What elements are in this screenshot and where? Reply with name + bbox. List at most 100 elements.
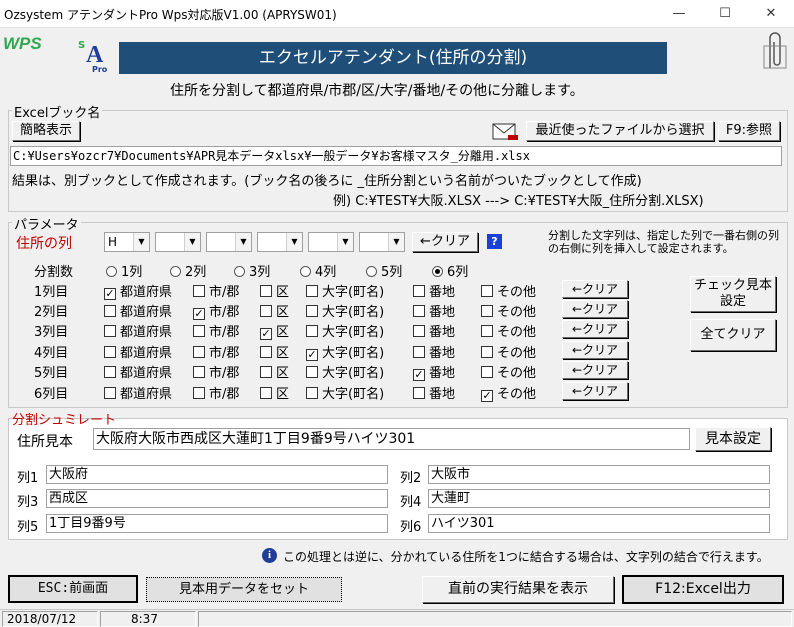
checkbox-icon <box>260 387 272 399</box>
category-checkbox[interactable]: 大字(町名) <box>306 362 384 381</box>
checkmark-icon: ✓ <box>306 348 318 361</box>
category-checkbox[interactable]: ✓ 番地 <box>413 362 455 381</box>
result-4-field[interactable]: 大蓮町 <box>428 489 770 508</box>
window-title: Ozsystem アテンダントPro Wps対応版V1.00 (APRYSW01… <box>4 8 337 22</box>
column-clear-button[interactable]: ←クリア <box>412 232 478 252</box>
checkbox-icon <box>413 305 425 317</box>
address-column-combo-4[interactable]: ▼ <box>257 232 303 252</box>
row-clear-button[interactable]: ←クリア <box>562 280 628 298</box>
brief-display-button[interactable]: 簡略表示 <box>12 121 80 141</box>
category-checkbox[interactable]: ✓ 大字(町名) <box>306 342 384 361</box>
category-checkbox[interactable]: その他 <box>481 342 536 361</box>
result-5-field[interactable]: 1丁目9番9号 <box>46 514 388 533</box>
sample-address-input[interactable]: 大阪府大阪市西成区大蓮町1丁目9番9号ハイツ301 <box>93 428 690 450</box>
checkbox-icon <box>413 285 425 297</box>
category-checkbox[interactable]: 区 <box>260 281 289 300</box>
address-column-combo-5[interactable]: ▼ <box>308 232 354 252</box>
category-checkbox[interactable]: ✓ 都道府県 <box>104 281 172 300</box>
category-checkbox[interactable]: 市/郡 <box>193 342 239 361</box>
category-checkbox[interactable]: 都道府県 <box>104 301 172 320</box>
address-column-combo-1[interactable]: H ▼ <box>104 232 150 252</box>
chevron-down-icon: ▼ <box>235 233 251 251</box>
category-checkbox[interactable]: 番地 <box>413 342 455 361</box>
category-checkbox[interactable]: 区 <box>260 301 289 320</box>
row-clear-button[interactable]: ←クリア <box>562 341 628 359</box>
category-checkbox[interactable]: ✓ 市/郡 <box>193 301 239 320</box>
row-clear-button[interactable]: ←クリア <box>562 300 628 318</box>
checkbox-icon <box>104 366 116 378</box>
category-checkbox[interactable]: 区 <box>260 383 289 402</box>
row-clear-button[interactable]: ←クリア <box>562 320 628 338</box>
category-checkbox[interactable]: 市/郡 <box>193 383 239 402</box>
excel-path-input[interactable]: C:¥Users¥ozcr7¥Documents¥APR見本データxlsx¥一般… <box>10 146 782 166</box>
row-clear-button[interactable]: ←クリア <box>562 382 628 400</box>
category-checkbox[interactable]: ✓ 区 <box>260 321 289 340</box>
sample-setting-button[interactable]: 見本設定 <box>695 427 771 451</box>
category-label: 区 <box>276 366 290 381</box>
category-checkbox[interactable]: 大字(町名) <box>306 281 384 300</box>
category-checkbox[interactable]: 市/郡 <box>193 281 239 300</box>
checkbox-icon <box>481 285 493 297</box>
maximize-button[interactable]: ☐ <box>702 0 748 28</box>
clear-all-button[interactable]: 全てクリア <box>690 319 776 351</box>
category-checkbox[interactable]: 区 <box>260 342 289 361</box>
category-checkbox[interactable]: その他 <box>481 321 536 340</box>
category-label: その他 <box>497 387 537 402</box>
category-label: 市/郡 <box>209 285 240 300</box>
category-checkbox[interactable]: 番地 <box>413 321 455 340</box>
checkbox-icon <box>413 325 425 337</box>
result-6-field[interactable]: ハイツ301 <box>428 514 770 533</box>
category-label: 番地 <box>429 366 456 381</box>
category-checkbox[interactable]: 番地 <box>413 281 455 300</box>
address-column-combo-3[interactable]: ▼ <box>206 232 252 252</box>
check-sample-button[interactable]: チェック見本 設定 <box>690 276 776 312</box>
show-last-result-button[interactable]: 直前の実行結果を表示 <box>422 576 614 603</box>
category-label: 大字(町名) <box>322 346 385 361</box>
help-icon[interactable]: ? <box>487 234 502 249</box>
split-count-option[interactable]: 1列 <box>106 261 142 280</box>
chevron-down-icon: ▼ <box>286 233 302 251</box>
category-checkbox[interactable]: 大字(町名) <box>306 301 384 320</box>
category-checkbox[interactable]: 市/郡 <box>193 321 239 340</box>
split-count-option[interactable]: 2列 <box>170 261 206 280</box>
row-label: 5列目 <box>34 366 69 381</box>
checkbox-icon <box>413 387 425 399</box>
esc-back-button[interactable]: ESC:前画面 <box>8 575 138 603</box>
recent-file-button[interactable]: 最近使ったファイルから選択 <box>526 121 714 141</box>
split-count-option[interactable]: 4列 <box>300 261 336 280</box>
excel-output-button[interactable]: F12:Excel出力 <box>622 575 784 604</box>
category-checkbox[interactable]: 番地 <box>413 301 455 320</box>
result-3-field[interactable]: 西成区 <box>46 489 388 508</box>
minimize-button[interactable]: — <box>656 0 702 28</box>
set-sample-data-button[interactable]: 見本用データをセット <box>146 577 342 602</box>
info-icon: i <box>262 548 277 563</box>
category-checkbox[interactable]: 区 <box>260 362 289 381</box>
row-label: 2列目 <box>34 305 69 320</box>
address-column-combo-2[interactable]: ▼ <box>155 232 201 252</box>
checkbox-icon <box>481 325 493 337</box>
result-2-field[interactable]: 大阪市 <box>428 465 770 484</box>
split-count-option[interactable]: 6列 <box>432 261 468 280</box>
category-checkbox[interactable]: 都道府県 <box>104 342 172 361</box>
browse-button[interactable]: F9:参照 <box>718 121 780 141</box>
category-checkbox[interactable]: その他 <box>481 301 536 320</box>
address-column-combo-6[interactable]: ▼ <box>359 232 405 252</box>
subtitle: 住所を分割して都道府県/市郡/区/大字/番地/その他に分離します。 <box>170 83 584 99</box>
split-count-option[interactable]: 3列 <box>234 261 270 280</box>
category-checkbox[interactable]: 都道府県 <box>104 383 172 402</box>
category-label: 大字(町名) <box>322 366 385 381</box>
close-button[interactable]: ✕ <box>748 0 794 28</box>
category-checkbox[interactable]: 都道府県 <box>104 362 172 381</box>
row-clear-button[interactable]: ←クリア <box>562 361 628 379</box>
category-checkbox[interactable]: その他 <box>481 362 536 381</box>
category-checkbox[interactable]: 大字(町名) <box>306 383 384 402</box>
category-checkbox[interactable]: 市/郡 <box>193 362 239 381</box>
category-checkbox[interactable]: 大字(町名) <box>306 321 384 340</box>
category-checkbox[interactable]: 都道府県 <box>104 321 172 340</box>
row-label: 3列目 <box>34 325 69 340</box>
split-count-option[interactable]: 5列 <box>366 261 402 280</box>
category-checkbox[interactable]: その他 <box>481 281 536 300</box>
result-1-field[interactable]: 大阪府 <box>46 465 388 484</box>
category-checkbox[interactable]: ✓ その他 <box>481 383 536 402</box>
category-checkbox[interactable]: 番地 <box>413 383 455 402</box>
